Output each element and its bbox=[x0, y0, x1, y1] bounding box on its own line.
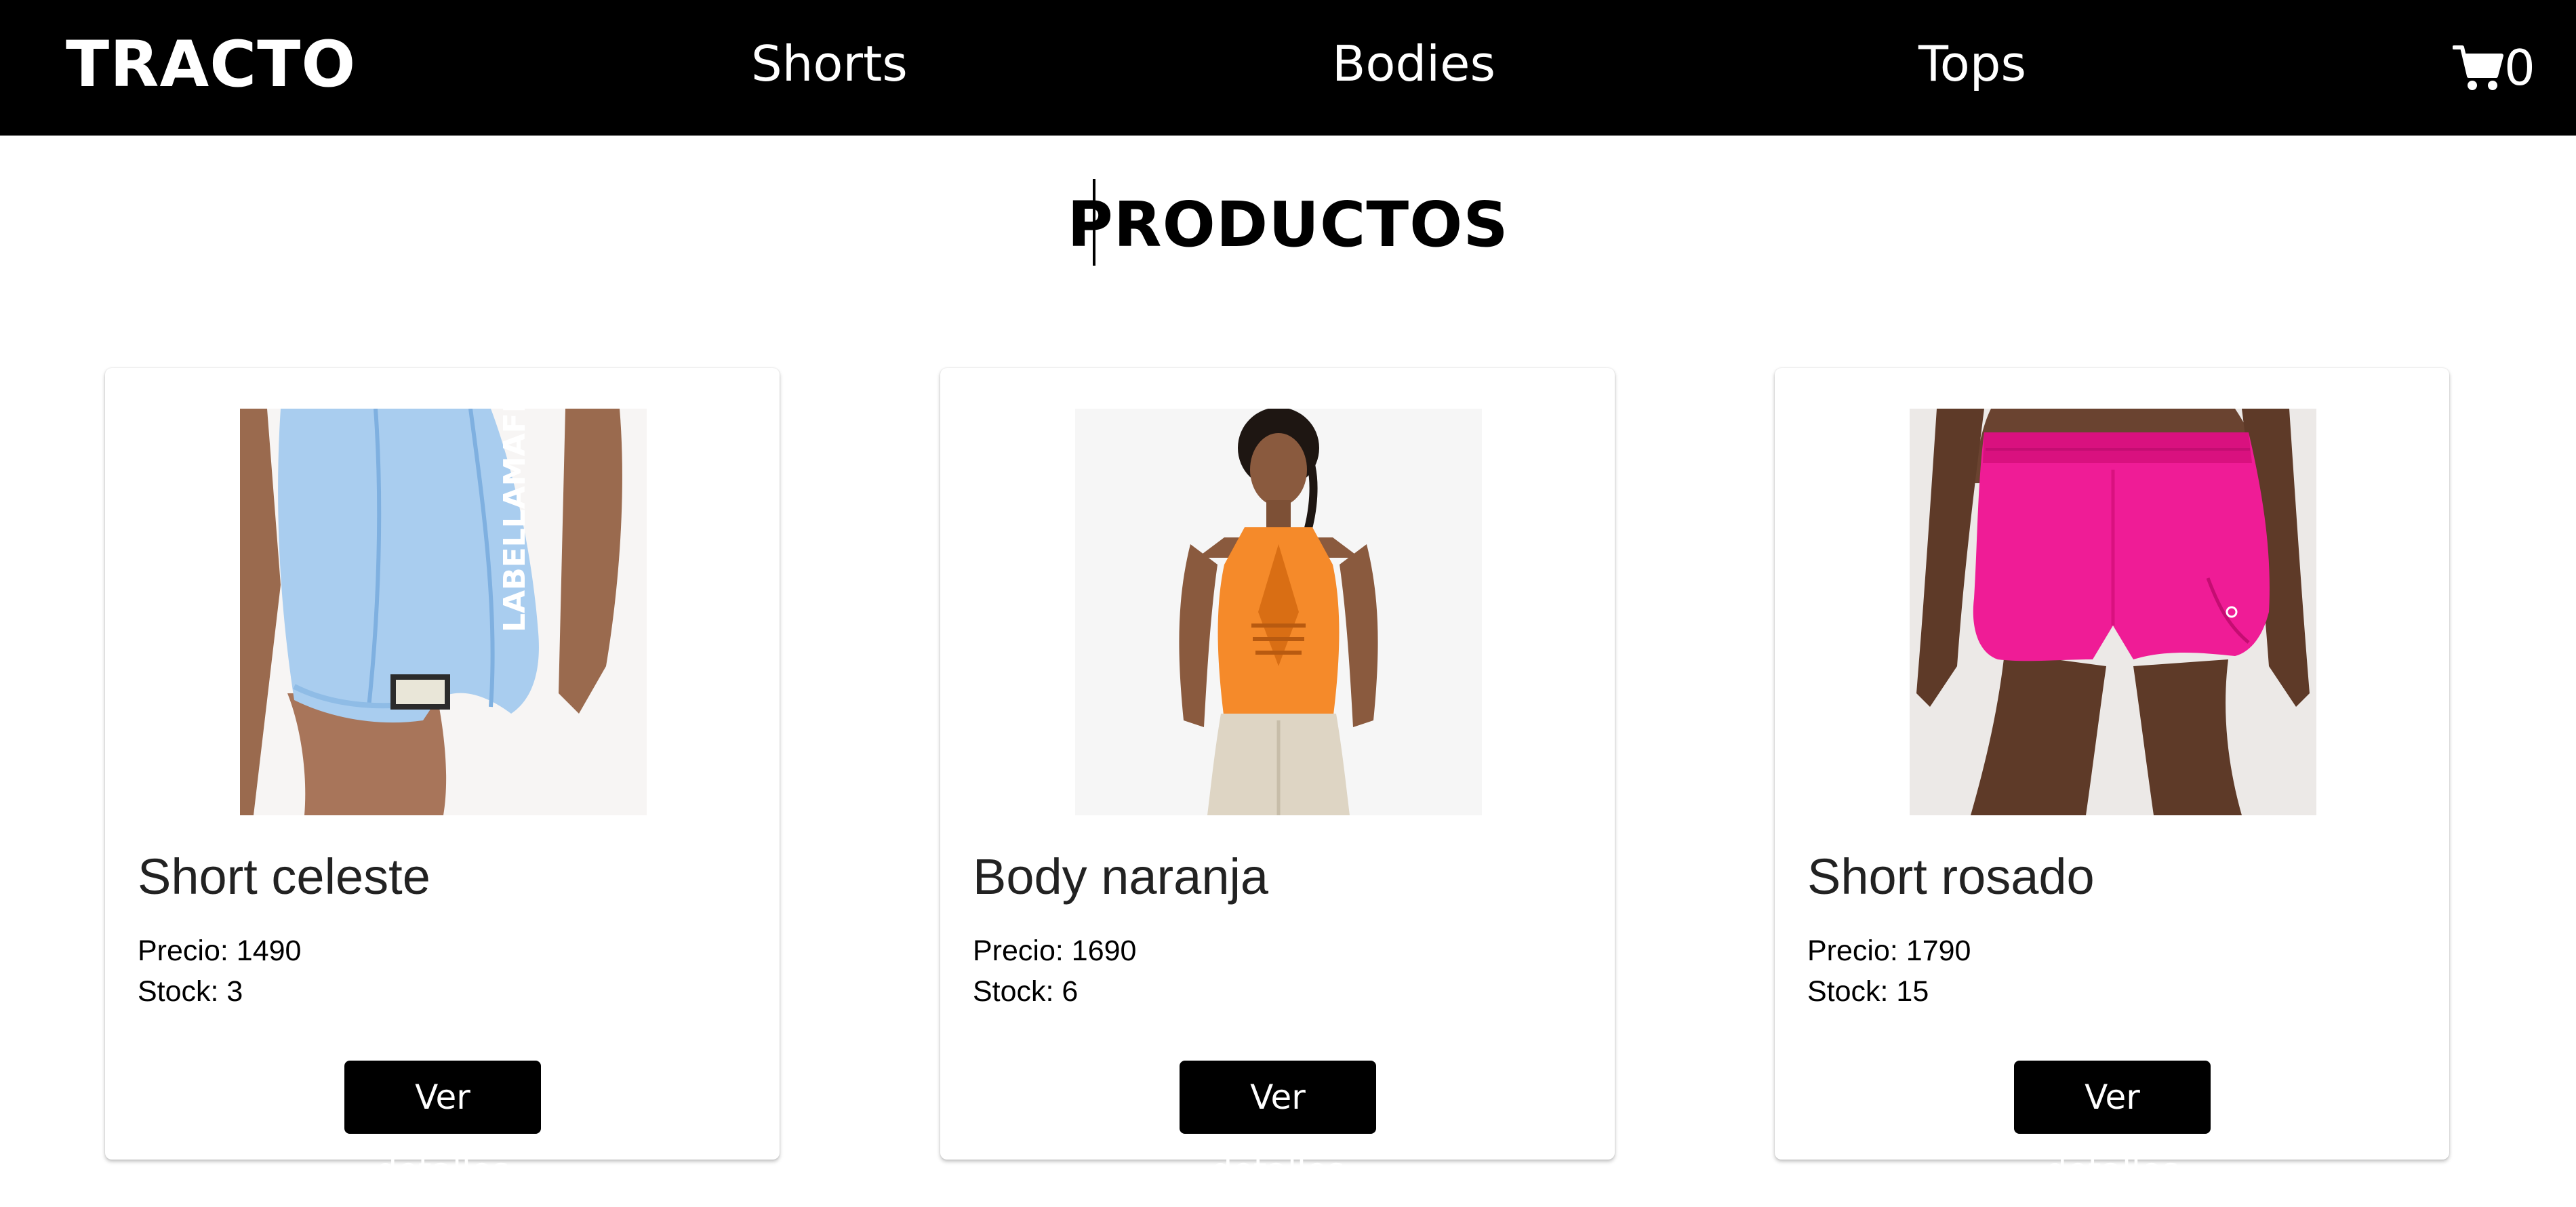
product-card: Body naranja Precio: 1690 Stock: 6 Ver d… bbox=[940, 368, 1615, 1190]
view-details-button[interactable]: Ver detalles bbox=[344, 1061, 541, 1190]
product-image bbox=[1075, 409, 1482, 815]
nav-link-bodies[interactable]: Bodies bbox=[1332, 30, 1495, 98]
product-stock: Stock: 6 bbox=[973, 975, 1079, 1008]
text-cursor bbox=[1093, 179, 1095, 266]
shopping-cart-icon bbox=[2453, 45, 2503, 90]
product-price: Precio: 1490 bbox=[138, 935, 302, 967]
light-blue-bike-shorts-image: LABELLAMAFIA bbox=[240, 409, 647, 815]
product-price: Precio: 1790 bbox=[1807, 935, 1971, 967]
navbar: TRACTO Shorts Bodies Tops 0 bbox=[0, 0, 2576, 136]
cart-widget[interactable]: 0 bbox=[2453, 34, 2535, 102]
brand-logo[interactable]: TRACTO bbox=[66, 24, 356, 106]
nav-link-tops[interactable]: Tops bbox=[1918, 30, 2026, 98]
view-details-button[interactable]: Ver detalles bbox=[2014, 1061, 2211, 1190]
pink-running-shorts-image bbox=[1910, 409, 2316, 815]
product-name: Short celeste bbox=[138, 848, 430, 905]
product-stock: Stock: 15 bbox=[1807, 975, 1929, 1008]
cart-count: 0 bbox=[2504, 39, 2535, 96]
orange-bodysuit-image bbox=[1075, 409, 1482, 815]
product-name: Body naranja bbox=[973, 848, 1269, 905]
page-title: PRODUCTOS bbox=[1067, 188, 1509, 261]
nav-link-shorts[interactable]: Shorts bbox=[751, 30, 908, 98]
product-card: LABELLAMAFIA Short celeste Precio: 1490 … bbox=[105, 368, 780, 1190]
product-image: LABELLAMAFIA bbox=[240, 409, 647, 815]
view-details-button[interactable]: Ver detalles bbox=[1180, 1061, 1376, 1190]
product-stock: Stock: 3 bbox=[138, 975, 243, 1008]
product-name: Short rosado bbox=[1807, 848, 2095, 905]
svg-text:LABELLAMAFIA: LABELLAMAFIA bbox=[498, 409, 532, 632]
product-image bbox=[1910, 409, 2316, 815]
product-card: Short rosado Precio: 1790 Stock: 15 Ver … bbox=[1775, 368, 2449, 1190]
product-price: Precio: 1690 bbox=[973, 935, 1137, 967]
